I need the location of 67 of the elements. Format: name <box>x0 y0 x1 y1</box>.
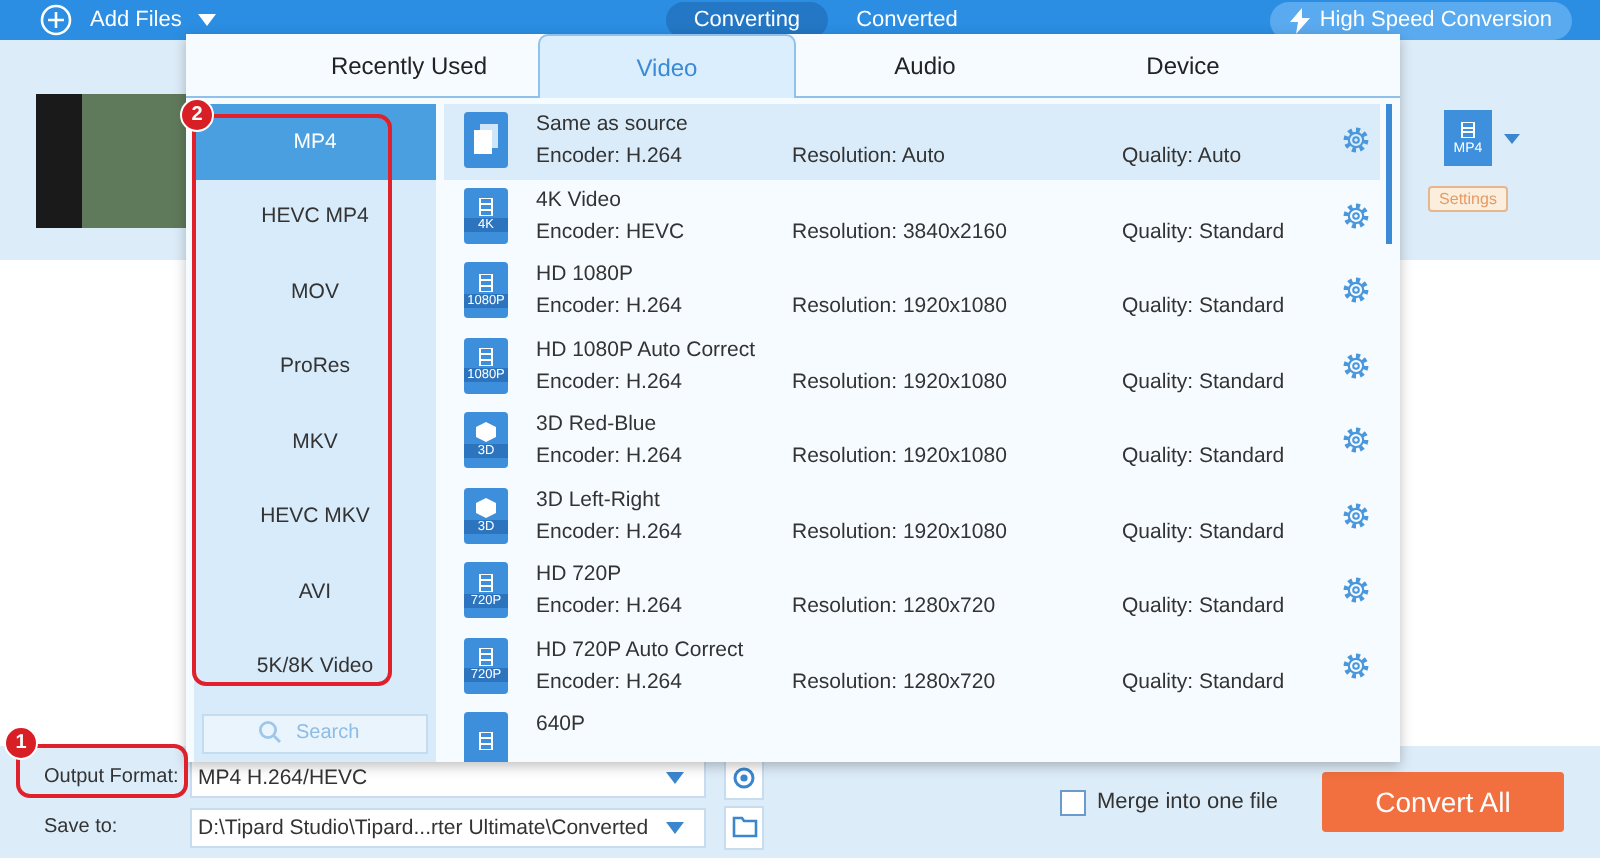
settings-icon[interactable] <box>1342 651 1370 679</box>
format-category-tab[interactable]: Audio <box>796 34 1054 96</box>
preset-name: 640P <box>536 712 588 736</box>
resolution-text: Resolution: 1920x1080 <box>792 444 1009 468</box>
encoder-text: Encoder: H.264 <box>536 669 684 693</box>
settings-icon[interactable] <box>1342 351 1370 379</box>
encoder-text: Encoder: H.264 <box>536 519 684 543</box>
quality-text: Quality: Standard <box>1122 294 1287 318</box>
preset-name: HD 1080P <box>536 262 635 286</box>
format-list-item[interactable]: AVI <box>194 554 436 629</box>
quality-text: Quality: Standard <box>1122 219 1287 243</box>
preset-name: 3D Left-Right <box>536 487 662 511</box>
resolution-text: Resolution: 1920x1080 <box>792 519 1009 543</box>
merge-checkbox[interactable]: Merge into one file <box>1059 789 1278 815</box>
preset-row[interactable]: Same as source Encoder: H.264 Resolution: Auto Quality: Auto <box>444 104 1380 179</box>
encoder-text: Encoder: HEVC <box>536 219 687 243</box>
settings-icon[interactable] <box>1342 576 1370 604</box>
resolution-text: Resolution: 1280x720 <box>792 669 998 693</box>
quality-text: Quality: Auto <box>1122 144 1244 168</box>
preset-name: Same as source <box>536 112 690 136</box>
preset-name: 3D Red-Blue <box>536 412 659 436</box>
plus-circle-icon <box>40 4 72 36</box>
format-list-item[interactable]: MKV <box>194 404 436 479</box>
resolution-text: Resolution: Auto <box>792 144 947 168</box>
encoder-text: Encoder: H.264 <box>536 369 684 393</box>
quality-text: Quality: Standard <box>1122 369 1287 393</box>
target-icon <box>732 765 756 789</box>
preset-row[interactable]: 640P <box>444 704 1380 762</box>
encoder-text: Encoder: H.264 <box>536 294 684 318</box>
format-category-tab[interactable]: Recently Used <box>280 34 538 96</box>
caret-icon <box>666 821 684 833</box>
resolution-text: Resolution: 1920x1080 <box>792 369 1009 393</box>
open-folder-button[interactable] <box>724 805 764 849</box>
format-list-item[interactable]: HEVC MKV <box>194 479 436 554</box>
format-list-item[interactable]: 5K/8K Video <box>194 629 436 704</box>
quality-text: Quality: Standard <box>1122 669 1287 693</box>
preset-name: HD 1080P Auto Correct <box>536 337 758 361</box>
caret-icon[interactable] <box>197 14 216 26</box>
scrollbar-thumb[interactable] <box>1386 104 1392 244</box>
settings-icon[interactable] <box>1342 501 1370 529</box>
encoder-text: Encoder: H.264 <box>536 594 684 618</box>
output-format-label: Output Format: <box>44 766 179 788</box>
step-number-badge: 1 <box>4 726 38 760</box>
preset-name: HD 720P Auto Correct <box>536 637 746 661</box>
resolution-text: Resolution: 3840x2160 <box>792 219 1009 243</box>
encoder-text: Encoder: H.264 <box>536 444 684 468</box>
quality-text: Quality: Standard <box>1122 444 1287 468</box>
save-to-label: Save to: <box>44 816 118 838</box>
resolution-text: Resolution: 1280x720 <box>792 594 998 618</box>
caret-icon[interactable] <box>1504 133 1520 143</box>
copy-icon <box>464 112 508 168</box>
settings-icon[interactable] <box>1342 201 1370 229</box>
folder-icon <box>731 816 757 838</box>
resolution-text: Resolution: 1920x1080 <box>792 294 1009 318</box>
save-path-dropdown[interactable]: D:\Tipard Studio\Tipard...rter Ultimate\Converted <box>190 807 706 847</box>
preset-name: HD 720P <box>536 562 624 586</box>
settings-icon[interactable] <box>1342 426 1370 454</box>
format-category-tab[interactable]: Device <box>1054 34 1312 96</box>
encoder-text: Encoder: H.264 <box>536 144 684 168</box>
settings-icon[interactable] <box>1342 276 1370 304</box>
search-field[interactable]: Search <box>202 713 428 753</box>
format-list-item[interactable]: ProRes <box>194 329 436 404</box>
quality-text: Quality: Standard <box>1122 594 1287 618</box>
preset-name: 4K Video <box>536 187 623 211</box>
settings-icon[interactable] <box>1342 126 1370 154</box>
quality-text: Quality: Standard <box>1122 519 1287 543</box>
caret-icon <box>666 771 684 783</box>
